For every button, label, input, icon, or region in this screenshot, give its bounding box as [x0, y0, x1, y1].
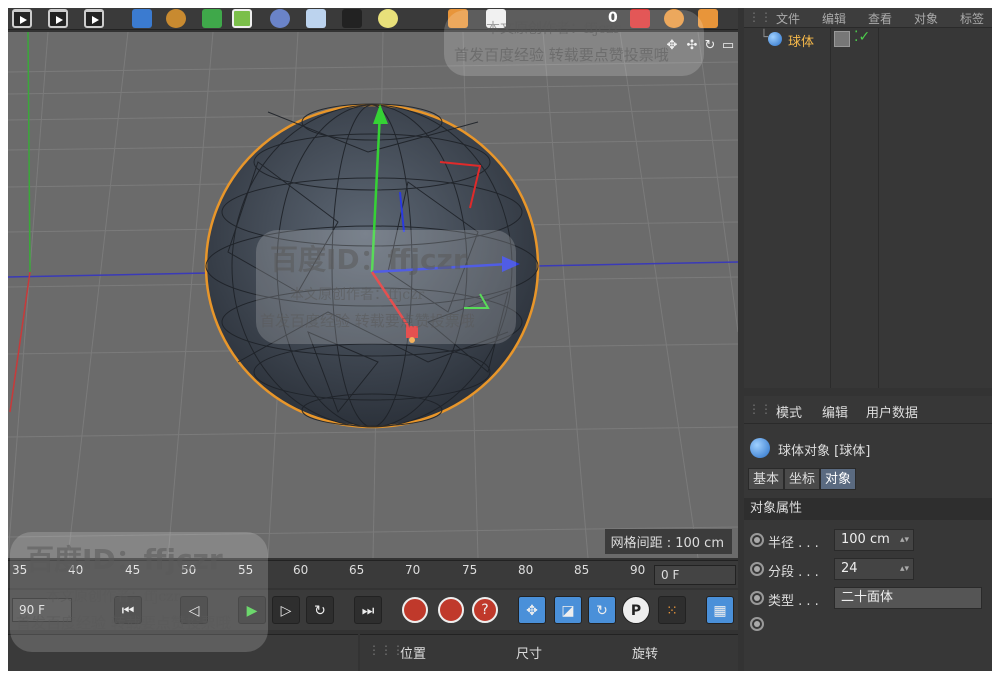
- nurbs-icon[interactable]: [270, 9, 290, 28]
- attributes-panel: ⋮⋮⋮ 模式 编辑 用户数据 球体对象 [球体] 基本 坐标 对象 对象属性 半…: [744, 396, 992, 671]
- move-tool-button[interactable]: ✥: [518, 596, 546, 624]
- radius-field[interactable]: 100 cm ▴▾: [834, 529, 914, 551]
- watermark-id: 百度ID：ffjczr: [270, 243, 467, 276]
- segments-label: 分段 . . .: [768, 565, 819, 580]
- grid-spacing-label: 网格间距 : 100 cm: [604, 529, 732, 554]
- tick-label: 65: [349, 563, 365, 577]
- radius-row: 半径 . . . 100 cm ▴▾: [744, 528, 992, 552]
- light-icon[interactable]: [378, 9, 398, 28]
- menu-user-data[interactable]: 用户数据: [866, 402, 918, 421]
- visibility-check-icon[interactable]: ⁚✓: [854, 29, 870, 45]
- menu-edit[interactable]: 编辑: [822, 10, 846, 27]
- deformer-icon[interactable]: [232, 9, 252, 28]
- menu-tag[interactable]: 标签: [960, 10, 984, 27]
- tab-object[interactable]: 对象: [820, 468, 857, 490]
- object-title: 球体对象 [球体]: [778, 444, 871, 459]
- dots-grid-button[interactable]: ⁙: [658, 596, 686, 624]
- menu-view[interactable]: 查看: [868, 10, 892, 27]
- type-keyframe-radio[interactable]: [750, 591, 764, 605]
- attributes-menu: ⋮⋮⋮ 模式 编辑 用户数据: [744, 396, 992, 424]
- coord-position-header: 位置: [400, 647, 427, 662]
- watermark-id: 百度ID：ffjczr: [26, 543, 223, 576]
- object-row-sphere[interactable]: └ 球体 ⁚✓: [744, 28, 992, 50]
- type-label: 类型 . . .: [768, 594, 819, 609]
- tick-label: 75: [462, 563, 478, 577]
- menu-edit[interactable]: 编辑: [822, 402, 848, 421]
- tab-basic[interactable]: 基本: [748, 468, 785, 490]
- render-perfect-radio[interactable]: [750, 617, 764, 631]
- segments-row: 分段 . . . 24 ▴▾: [744, 557, 992, 581]
- radius-label: 半径 . . .: [768, 536, 819, 551]
- maximize-view-icon[interactable]: ▭: [720, 38, 736, 54]
- render-perfect-row: [744, 612, 992, 636]
- sphere-icon: [768, 32, 782, 46]
- menu-object[interactable]: 对象: [914, 10, 938, 27]
- segments-field[interactable]: 24 ▴▾: [834, 558, 914, 580]
- coordinates-panel: ⋮⋮⋮ 位置 尺寸 旋转: [360, 634, 738, 671]
- object-properties-header: 对象属性: [744, 498, 992, 520]
- coord-rotation-header: 旋转: [632, 647, 659, 662]
- film-play-icon[interactable]: [84, 9, 104, 28]
- current-frame-field[interactable]: 0 F: [654, 565, 736, 585]
- watermark-slogan: 首发百度经验 转载要点赞投票哦: [16, 614, 231, 632]
- object-name[interactable]: 球体: [788, 31, 814, 50]
- coord-size-header: 尺寸: [516, 647, 543, 662]
- radius-keyframe-radio[interactable]: [750, 533, 764, 547]
- film-strip-icon[interactable]: ▦: [706, 596, 734, 624]
- watermark-slogan: 首发百度经验 转载要点赞投票哦: [454, 46, 669, 64]
- grid-icon[interactable]: [306, 9, 326, 28]
- film-play-icon[interactable]: [48, 9, 68, 28]
- watermark-author: 本文原创作者：ffjczr: [486, 21, 621, 37]
- object-manager-menu: ⋮⋮ 文件 编辑 查看 对象 标签: [744, 8, 992, 28]
- segments-keyframe-radio[interactable]: [750, 562, 764, 576]
- autokey-button[interactable]: [438, 597, 464, 623]
- cylinder-icon[interactable]: [202, 9, 222, 28]
- tick-label: 60: [293, 563, 309, 577]
- loop-button[interactable]: ↻: [306, 596, 334, 624]
- cinema4d-window: 0 ✥ ✣ ↻ ▭ 网格间距: 100 cm ⋮⋮ 文件 编辑 查看 对象 标…: [8, 8, 992, 671]
- tick-label: 80: [518, 563, 534, 577]
- type-dropdown[interactable]: 二十面体: [834, 587, 982, 609]
- tick-label: 90: [630, 563, 646, 577]
- cube-icon[interactable]: [132, 9, 152, 28]
- tab-coordinates[interactable]: 坐标: [784, 468, 821, 490]
- record-button[interactable]: [402, 597, 428, 623]
- next-key-button[interactable]: ▷: [272, 596, 300, 624]
- watermark-slogan: 首发百度经验 转载要点赞投票哦: [260, 312, 475, 330]
- keyframe-help-button[interactable]: ?: [472, 597, 498, 623]
- rotate-view-icon[interactable]: ↻: [702, 38, 718, 54]
- scale-tool-button[interactable]: ◪: [554, 596, 582, 624]
- tick-label: 70: [405, 563, 421, 577]
- grip-icon: ⋮⋮⋮: [368, 643, 404, 657]
- watermark-author: 本文原创作者：ffjczr: [290, 287, 425, 303]
- sphere-object-icon: [750, 438, 770, 458]
- camera-icon[interactable]: [342, 9, 362, 28]
- layer-icon[interactable]: [834, 31, 850, 47]
- parameter-button[interactable]: P: [622, 596, 650, 624]
- menu-file[interactable]: 文件: [776, 10, 800, 27]
- bend-icon[interactable]: [166, 9, 186, 28]
- rotate-tool-button[interactable]: ↻: [588, 596, 616, 624]
- grip-icon: ⋮⋮: [748, 10, 772, 24]
- menu-mode[interactable]: 模式: [776, 402, 802, 421]
- object-manager: ⋮⋮ 文件 编辑 查看 对象 标签 └ 球体 ⁚✓: [744, 8, 992, 388]
- type-row: 类型 . . . 二十面体: [744, 586, 992, 610]
- go-to-end-button[interactable]: ⏭: [354, 596, 382, 624]
- watermark-author: 本文原创作者：ffjczr: [46, 589, 181, 605]
- film-play-icon[interactable]: [12, 9, 32, 28]
- tick-label: 85: [574, 563, 590, 577]
